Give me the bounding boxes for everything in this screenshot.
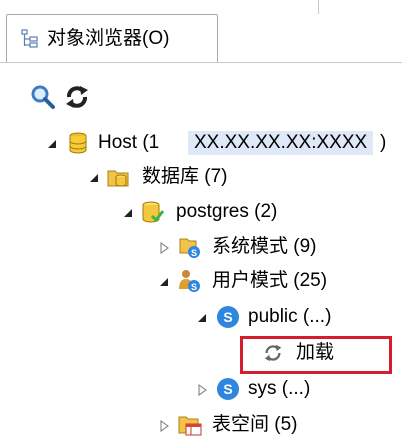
user-schemas-label: 用户模式 (25) xyxy=(212,270,328,291)
svg-text:S: S xyxy=(223,309,232,325)
system-schema-icon: S xyxy=(179,238,200,258)
expanded-arrow-icon[interactable] xyxy=(122,207,134,219)
host-address: XX.XX.XX.XX:XXXX xyxy=(188,131,374,155)
tree-node-public-schema[interactable]: S public (...) xyxy=(0,302,402,332)
tree-node-system-schemas[interactable]: S 系统模式 (9) xyxy=(0,232,402,262)
refresh-icon[interactable] xyxy=(64,84,90,110)
expanded-arrow-icon[interactable] xyxy=(196,312,208,324)
schema-icon: S xyxy=(217,378,239,400)
tree-node-host[interactable]: Host (1 XX.XX.XX.XX:XXXX ) xyxy=(0,128,402,158)
collapsed-arrow-icon[interactable] xyxy=(158,242,170,254)
object-browser-tree-icon xyxy=(21,29,38,48)
collapsed-arrow-icon[interactable] xyxy=(158,420,170,432)
tree-node-databases[interactable]: 数据库 (7) xyxy=(0,162,402,192)
tree-node-sys-schema[interactable]: S sys (...) xyxy=(0,374,402,404)
tree-node-tablespaces[interactable]: 表空间 (5) xyxy=(0,410,402,440)
tab-object-browser[interactable]: 对象浏览器(O) xyxy=(6,14,218,62)
user-schema-icon: S xyxy=(179,270,200,292)
databases-label: 数据库 (7) xyxy=(142,166,228,187)
svg-text:S: S xyxy=(191,282,197,292)
database-icon xyxy=(142,201,164,223)
sys-schema-label: sys (...) xyxy=(248,378,311,399)
system-schemas-label: 系统模式 (9) xyxy=(212,236,317,257)
tablespaces-label: 表空间 (5) xyxy=(212,414,298,435)
expanded-arrow-icon[interactable] xyxy=(88,172,100,184)
host-label: Host (1 xyxy=(98,132,160,153)
tab-label: 对象浏览器(O) xyxy=(47,28,170,49)
tree-node-user-schemas[interactable]: S 用户模式 (25) xyxy=(0,266,402,296)
database-server-icon xyxy=(69,132,87,154)
view-tab-strip: 对象浏览器(O) xyxy=(0,0,402,63)
host-label-suffix: ) xyxy=(380,132,387,153)
loading-highlight-box xyxy=(240,336,392,374)
public-schema-label: public (...) xyxy=(248,306,332,327)
postgres-label: postgres (2) xyxy=(176,201,278,222)
magnifier-icon[interactable] xyxy=(30,84,56,110)
database-folder-icon xyxy=(107,170,129,187)
tab-strip-separator xyxy=(318,0,319,14)
expanded-arrow-icon[interactable] xyxy=(158,276,170,288)
collapsed-arrow-icon[interactable] xyxy=(196,384,208,396)
tablespace-icon xyxy=(178,416,202,436)
svg-text:S: S xyxy=(191,248,197,258)
svg-text:S: S xyxy=(223,381,232,397)
expanded-arrow-icon[interactable] xyxy=(46,138,58,150)
tree-node-postgres[interactable]: postgres (2) xyxy=(0,197,402,227)
schema-icon: S xyxy=(217,306,239,328)
